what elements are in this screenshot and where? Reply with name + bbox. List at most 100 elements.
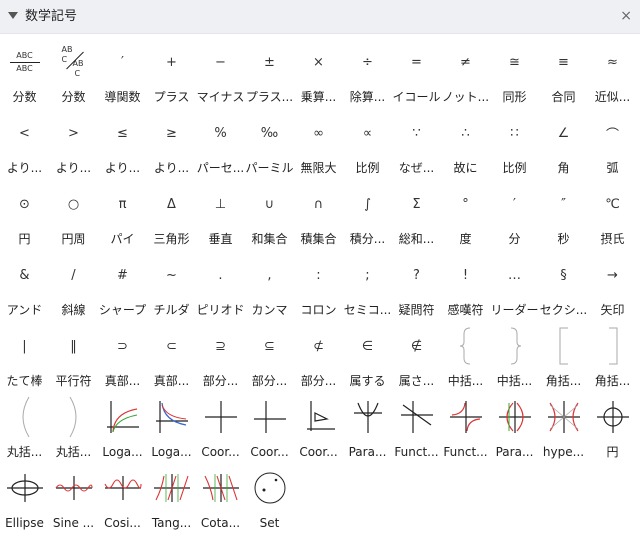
symbol-item[interactable]: 中括... — [441, 318, 490, 389]
symbol-item[interactable]: ! 感嘆符 — [441, 247, 490, 318]
symbol-label: より... — [153, 161, 190, 175]
symbol-glyph: & — [19, 267, 30, 283]
symbol-item[interactable]: ~ チルダ — [147, 247, 196, 318]
symbol-item[interactable]: Para... — [490, 389, 539, 460]
symbol-item[interactable]: ⌒ 弧 — [588, 105, 637, 176]
symbol-label: ノット... — [441, 90, 490, 104]
symbol-item[interactable]: Funct... — [392, 389, 441, 460]
symbol-glyph-icon: Σ — [392, 181, 441, 227]
symbol-item[interactable]: ABCABC分数 — [0, 34, 49, 105]
close-icon[interactable]: × — [620, 7, 632, 25]
symbol-item[interactable]: ? 疑問符 — [392, 247, 441, 318]
symbol-item[interactable]: ⊂ 真部... — [147, 318, 196, 389]
symbol-item[interactable]: ± プラス... — [245, 34, 294, 105]
symbol-item[interactable]: ∠ 角 — [539, 105, 588, 176]
symbol-glyph: ⊄ — [313, 338, 324, 354]
symbol-item[interactable]: Δ 三角形 — [147, 176, 196, 247]
symbol-item[interactable]: Cosi... — [98, 460, 147, 531]
symbol-item[interactable]: Sine ... — [49, 460, 98, 531]
symbol-item[interactable]: π パイ — [98, 176, 147, 247]
symbol-item[interactable]: Ellipse — [0, 460, 49, 531]
symbol-item[interactable]: ∫ 積分... — [343, 176, 392, 247]
symbol-item[interactable]: : コロン — [294, 247, 343, 318]
symbol-item[interactable]: Tang... — [147, 460, 196, 531]
denominator: ABC — [16, 63, 33, 73]
symbol-item[interactable]: = イコール — [392, 34, 441, 105]
symbol-item[interactable]: . ピリオド — [196, 247, 245, 318]
symbol-label: 比例 — [502, 161, 527, 175]
symbol-item[interactable]: ⊆ 部分... — [245, 318, 294, 389]
symbol-item[interactable]: ∪ 和集合 — [245, 176, 294, 247]
symbol-item[interactable]: Funct... — [441, 389, 490, 460]
symbol-item[interactable]: Loga... — [98, 389, 147, 460]
symbol-item[interactable]: Para... — [343, 389, 392, 460]
collapse-arrow-icon[interactable] — [8, 12, 18, 19]
symbol-item[interactable]: § セクシ... — [539, 247, 588, 318]
symbol-glyph: < — [19, 125, 30, 141]
symbol-item[interactable]: ≤ より... — [98, 105, 147, 176]
symbol-item[interactable]: , カンマ — [245, 247, 294, 318]
symbol-item[interactable]: ≥ より... — [147, 105, 196, 176]
symbol-item[interactable]: Σ 総和... — [392, 176, 441, 247]
symbol-item[interactable]: + プラス — [147, 34, 196, 105]
symbol-item[interactable]: ∝ 比例 — [343, 105, 392, 176]
symbol-item[interactable]: ∷ 比例 — [490, 105, 539, 176]
symbol-item[interactable]: ∞ 無限大 — [294, 105, 343, 176]
symbol-item[interactable]: < より... — [0, 105, 49, 176]
symbol-item[interactable]: ° 度 — [441, 176, 490, 247]
symbol-item[interactable]: ∵ なぜ... — [392, 105, 441, 176]
symbol-item[interactable]: 角括... — [588, 318, 637, 389]
symbol-item[interactable]: 丸括... — [0, 389, 49, 460]
symbol-item[interactable]: ≈ 近似... — [588, 34, 637, 105]
symbol-item[interactable]: Loga... — [147, 389, 196, 460]
panel-header[interactable]: 数学記号 × — [0, 0, 640, 34]
symbol-item[interactable]: 丸括... — [49, 389, 98, 460]
symbol-item[interactable]: % パーセ... — [196, 105, 245, 176]
symbol-item[interactable]: 円 — [588, 389, 637, 460]
symbol-item[interactable]: ‖ 平行符 — [49, 318, 98, 389]
symbol-item[interactable]: ⊇ 部分... — [196, 318, 245, 389]
symbol-item[interactable]: ′ 分 — [490, 176, 539, 247]
symbol-item[interactable]: | たて棒 — [0, 318, 49, 389]
symbol-item[interactable]: ○ 円周 — [49, 176, 98, 247]
symbol-item[interactable]: Coor... — [294, 389, 343, 460]
symbol-item[interactable]: … リーダー — [490, 247, 539, 318]
symbol-item[interactable]: ∈ 属する — [343, 318, 392, 389]
symbol-glyph-icon: ⊆ — [245, 323, 294, 369]
symbol-item[interactable]: ′ 導関数 — [98, 34, 147, 105]
symbol-item[interactable]: ≡ 合同 — [539, 34, 588, 105]
fraction-icon: ABC ABC — [0, 39, 49, 85]
symbol-item[interactable]: ⊄ 部分... — [294, 318, 343, 389]
symbol-item[interactable]: > より... — [49, 105, 98, 176]
symbol-item[interactable]: ‰ パーミル — [245, 105, 294, 176]
symbol-item[interactable]: ABCABC分数 — [49, 34, 98, 105]
symbol-item[interactable]: & アンド — [0, 247, 49, 318]
symbol-item[interactable]: Coor... — [196, 389, 245, 460]
symbol-item[interactable]: 角括... — [539, 318, 588, 389]
symbol-item[interactable]: / 斜線 — [49, 247, 98, 318]
symbol-item[interactable]: ∉ 属さ... — [392, 318, 441, 389]
symbol-item[interactable]: ℃ 摂氏 — [588, 176, 637, 247]
symbol-glyph-icon: & — [0, 252, 49, 298]
symbol-item[interactable]: hype... — [539, 389, 588, 460]
symbol-item[interactable]: Set — [245, 460, 294, 531]
symbol-item[interactable]: ″ 秒 — [539, 176, 588, 247]
hyper-icon — [539, 394, 588, 440]
symbol-item[interactable]: ⊃ 真部... — [98, 318, 147, 389]
symbol-item[interactable]: ∴ 故に — [441, 105, 490, 176]
symbol-item[interactable]: − マイナス — [196, 34, 245, 105]
symbol-item[interactable]: ≅ 同形 — [490, 34, 539, 105]
symbol-item[interactable]: ≠ ノット... — [441, 34, 490, 105]
symbol-item[interactable]: Coor... — [245, 389, 294, 460]
symbol-item[interactable]: ⊥ 垂直 — [196, 176, 245, 247]
symbol-item[interactable]: ∩ 積集合 — [294, 176, 343, 247]
symbol-item[interactable]: # シャープ — [98, 247, 147, 318]
symbol-item[interactable]: ; セミコ... — [343, 247, 392, 318]
symbol-label: チルダ — [153, 303, 190, 317]
symbol-item[interactable]: × 乗算... — [294, 34, 343, 105]
symbol-item[interactable]: Cota... — [196, 460, 245, 531]
symbol-item[interactable]: ÷ 除算... — [343, 34, 392, 105]
symbol-item[interactable]: ⊙ 円 — [0, 176, 49, 247]
symbol-item[interactable]: 中括... — [490, 318, 539, 389]
symbol-item[interactable]: → 矢印 — [588, 247, 637, 318]
